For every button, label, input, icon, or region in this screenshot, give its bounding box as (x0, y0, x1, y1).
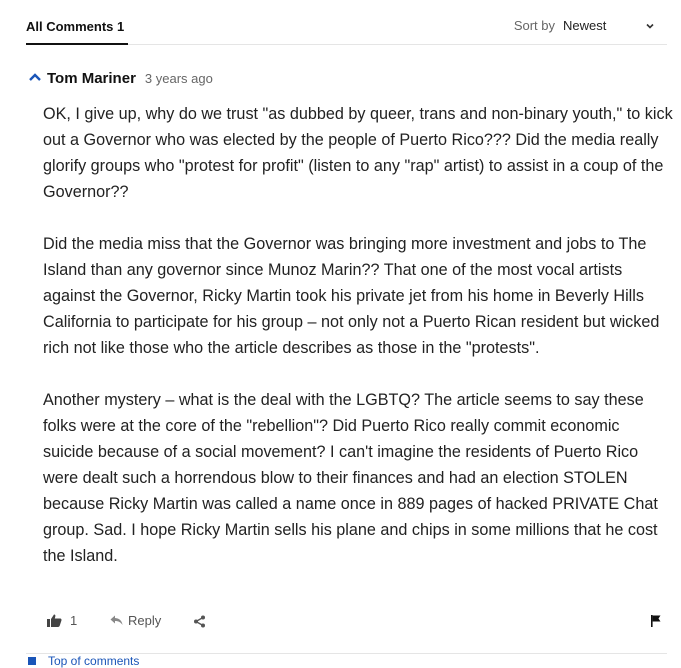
sort-label: Sort by (513, 18, 555, 33)
comment-timestamp: 3 years ago (144, 71, 213, 86)
report-button[interactable] (651, 615, 661, 627)
thumbs-up-icon (47, 614, 62, 627)
reply-label: Reply (128, 613, 162, 628)
top-of-comments-icon (28, 657, 36, 665)
reply-arrow-icon (110, 615, 123, 625)
comments-tab-bar: All Comments 1 Sort by Newest (26, 0, 667, 45)
comment-paragraph: Another mystery – what is the deal with … (43, 391, 658, 565)
like-count: 1 (70, 613, 78, 628)
comment-author[interactable]: Tom Mariner (47, 70, 136, 87)
like-button[interactable]: 1 (47, 613, 77, 628)
tab-all-comments[interactable]: All Comments 1 (26, 19, 129, 45)
share-button[interactable] (193, 615, 206, 628)
chevron-up-icon[interactable] (28, 72, 42, 82)
chevron-down-icon (646, 23, 654, 29)
comment-paragraph: OK, I give up, why do we trust "as dubbe… (43, 105, 673, 201)
share-icon (194, 615, 205, 628)
sort-dropdown[interactable]: Sort by Newest (514, 18, 655, 33)
top-of-comments-link[interactable]: Top of comments (28, 654, 139, 668)
flag-icon (651, 615, 661, 627)
top-of-comments-label: Top of comments (48, 654, 140, 668)
reply-button[interactable]: Reply (110, 613, 161, 628)
sort-value[interactable]: Newest (563, 18, 641, 33)
comment-actions: 1 Reply (47, 613, 661, 633)
comment-paragraph: Did the media miss that the Governor was… (43, 235, 660, 357)
comment-body: OK, I give up, why do we trust "as dubbe… (43, 101, 673, 595)
comment-header: Tom Mariner 3 years ago (28, 70, 213, 87)
